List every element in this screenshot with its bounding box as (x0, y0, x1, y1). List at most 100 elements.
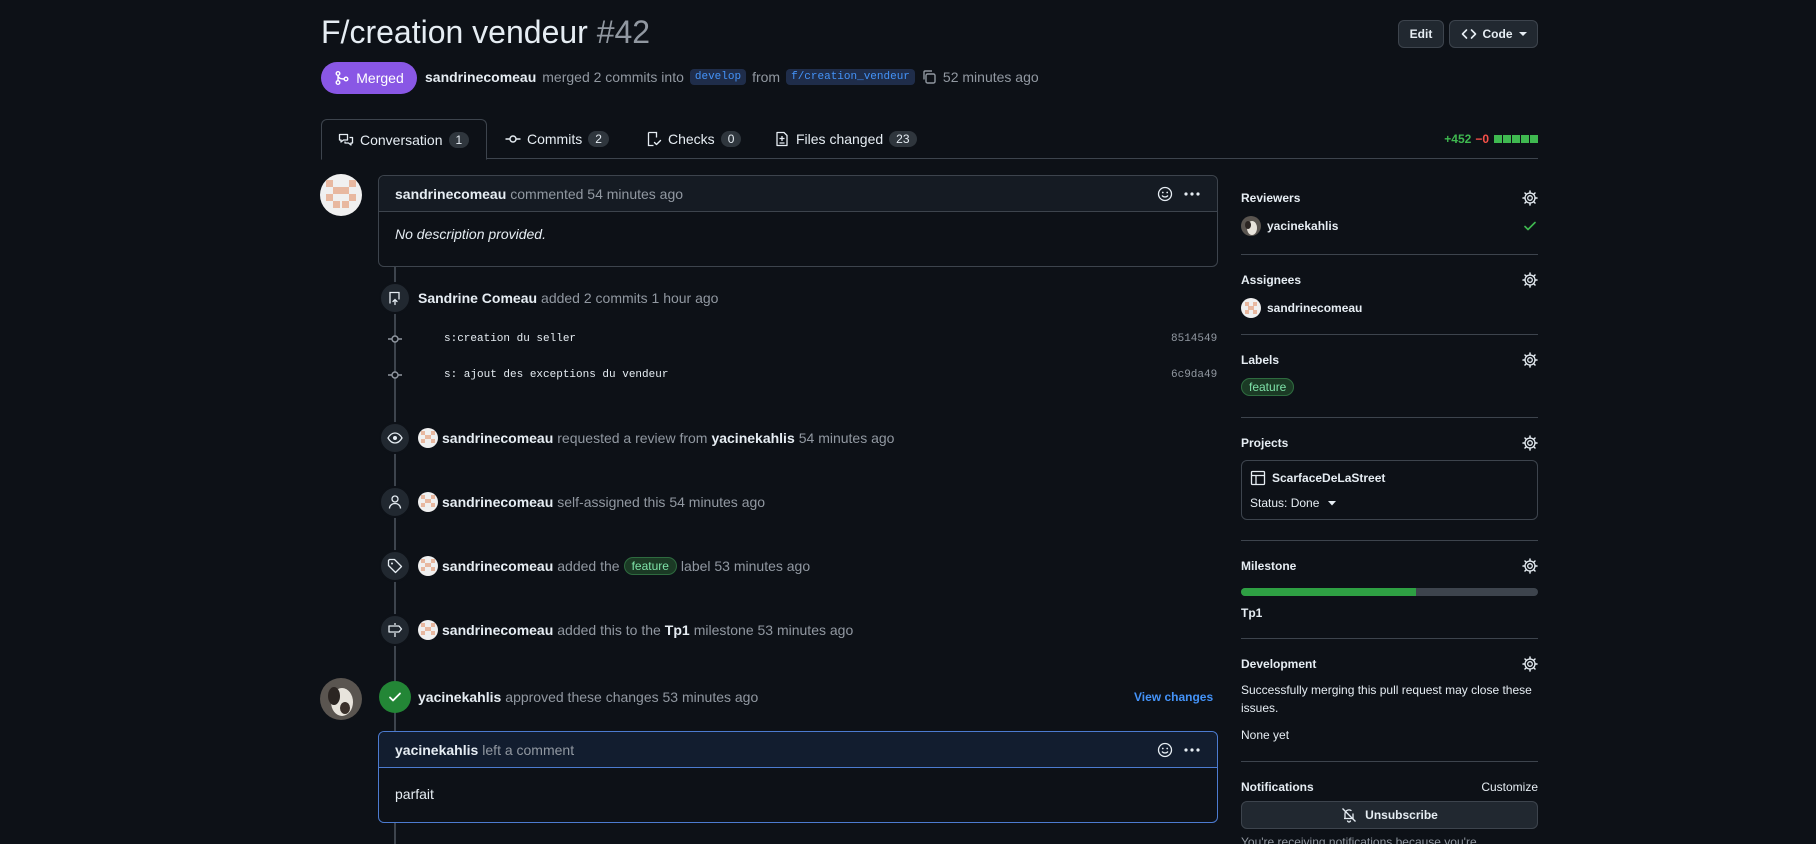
comment-author[interactable]: yacinekahlis (395, 742, 478, 758)
project-card[interactable]: ScarfaceDeLaStreet Status: Done (1241, 460, 1538, 520)
event-reviewer[interactable]: yacinekahlis (711, 430, 794, 446)
avatar[interactable] (418, 620, 438, 640)
checklist-icon (647, 131, 662, 147)
author-link[interactable]: sandrinecomeau (425, 69, 536, 85)
event-author[interactable]: sandrinecomeau (442, 430, 553, 446)
status-badge: Merged (321, 62, 417, 94)
diffstat-block (1494, 135, 1502, 143)
review-request-event: sandrinecomeau requested a review from y… (418, 428, 894, 448)
development-text: Successfully merging this pull request m… (1241, 683, 1532, 715)
tab-conversation[interactable]: Conversation 1 (321, 119, 487, 160)
assignees-title: Assignees (1241, 273, 1302, 287)
unsubscribe-label: Unsubscribe (1365, 808, 1438, 822)
base-branch[interactable]: develop (689, 69, 747, 85)
comment-time: commented 54 minutes ago (510, 185, 684, 202)
commit-sha[interactable]: 6c9da49 (1171, 369, 1217, 381)
sidebar-milestone: Milestone Tp1 (1241, 558, 1538, 639)
table-icon (1250, 470, 1266, 486)
label-pill[interactable]: feature (1241, 378, 1295, 396)
page-title: F/creation vendeur #42 (321, 14, 650, 51)
head-branch[interactable]: f/creation_vendeur (786, 69, 915, 85)
unsubscribe-button[interactable]: Unsubscribe (1241, 801, 1538, 829)
gear-icon[interactable] (1522, 190, 1538, 206)
kebab-horizontal-icon[interactable] (1183, 186, 1201, 202)
eye-icon (387, 432, 403, 444)
reviewer-item[interactable]: yacinekahlis (1241, 216, 1538, 236)
approved-icon (379, 681, 411, 713)
labels-title: Labels (1241, 353, 1280, 367)
projects-title: Projects (1241, 436, 1289, 450)
pr-title-text: F/creation vendeur (321, 14, 588, 50)
edit-button[interactable]: Edit (1398, 20, 1444, 48)
avatar (1241, 216, 1261, 236)
diffstat-block (1512, 135, 1520, 143)
gear-icon[interactable] (1522, 352, 1538, 368)
label-event: sandrinecomeau added the feature label 5… (418, 556, 810, 576)
avatar[interactable] (418, 492, 438, 512)
event-action: self-assigned this 54 minutes ago (557, 494, 766, 510)
commit-sha[interactable]: 8514549 (1171, 333, 1217, 345)
tab-checks[interactable]: Checks 0 (630, 119, 757, 159)
event-time: milestone 53 minutes ago (693, 622, 854, 638)
comment-action: left a comment (482, 741, 575, 758)
commit-message[interactable]: s: ajout des exceptions du vendeur (444, 369, 668, 381)
label-pill[interactable]: feature (623, 557, 677, 575)
milestone-title: Milestone (1241, 559, 1297, 573)
milestone-link[interactable]: Tp1 (665, 622, 690, 638)
sidebar-section-title: Development (1241, 656, 1538, 672)
assignee-item[interactable]: sandrinecomeau (1241, 298, 1538, 318)
event-author[interactable]: sandrinecomeau (442, 622, 553, 638)
tab-files-changed-count: 23 (889, 131, 917, 147)
avatar[interactable] (320, 174, 362, 216)
milestone-name[interactable]: Tp1 (1241, 606, 1538, 620)
gear-icon[interactable] (1522, 558, 1538, 574)
event-action: approved these changes 53 minutes ago (505, 689, 759, 705)
sidebar-section-title: Labels (1241, 352, 1538, 368)
diffstat-block (1521, 135, 1529, 143)
gear-icon[interactable] (1522, 272, 1538, 288)
kebab-horizontal-icon[interactable] (1183, 742, 1201, 758)
code-icon (1461, 29, 1476, 39)
comment-header: sandrinecomeau commented 54 minutes ago (379, 176, 1217, 212)
identicon-avatar (320, 174, 362, 216)
avatar[interactable] (320, 678, 362, 720)
gear-icon[interactable] (1522, 435, 1538, 451)
event-author[interactable]: sandrinecomeau (442, 558, 553, 574)
tab-checks-count: 0 (720, 131, 742, 147)
comment-header: yacinekahlis left a comment (379, 732, 1217, 768)
project-status[interactable]: Status: Done (1250, 496, 1529, 510)
comment-author[interactable]: sandrinecomeau (395, 186, 506, 202)
avatar[interactable] (418, 428, 438, 448)
commit-message[interactable]: s:creation du seller (444, 333, 576, 345)
copy-icon[interactable] (921, 69, 937, 85)
customize-link[interactable]: Customize (1481, 780, 1538, 794)
tab-commits[interactable]: Commits 2 (489, 119, 625, 159)
code-button[interactable]: Code (1449, 20, 1538, 48)
development-none: None yet (1241, 728, 1290, 742)
view-changes-link[interactable]: View changes (1134, 690, 1213, 704)
event-action: added 2 commits 1 hour ago (541, 290, 719, 306)
gear-icon[interactable] (1522, 656, 1538, 672)
diffstat-block (1503, 135, 1511, 143)
sidebar-assignees: Assignees sandrinecomeau (1241, 272, 1538, 335)
event-author[interactable]: sandrinecomeau (442, 494, 553, 510)
smiley-icon[interactable] (1157, 186, 1173, 202)
pr-number: #42 (596, 14, 651, 50)
smiley-icon[interactable] (1157, 742, 1173, 758)
development-title: Development (1241, 657, 1317, 671)
event-icon (379, 614, 411, 646)
avatar[interactable] (418, 556, 438, 576)
tab-conversation-label: Conversation (360, 131, 443, 148)
tab-conversation-count: 1 (448, 131, 470, 148)
tab-files-changed[interactable]: Files changed 23 (758, 119, 933, 159)
git-commit-icon (505, 135, 521, 143)
event-icon (379, 550, 411, 582)
event-author[interactable]: Sandrine Comeau (418, 290, 537, 306)
event-author[interactable]: yacinekahlis (418, 689, 501, 705)
status-badge-label: Merged (356, 70, 404, 86)
tab-commits-label: Commits (527, 131, 583, 147)
diffstat-additions: +452 (1444, 132, 1472, 146)
bell-slash-icon (1342, 808, 1357, 823)
merged-text: merged 2 commits into (542, 69, 684, 85)
event-time: 54 minutes ago (798, 430, 895, 446)
